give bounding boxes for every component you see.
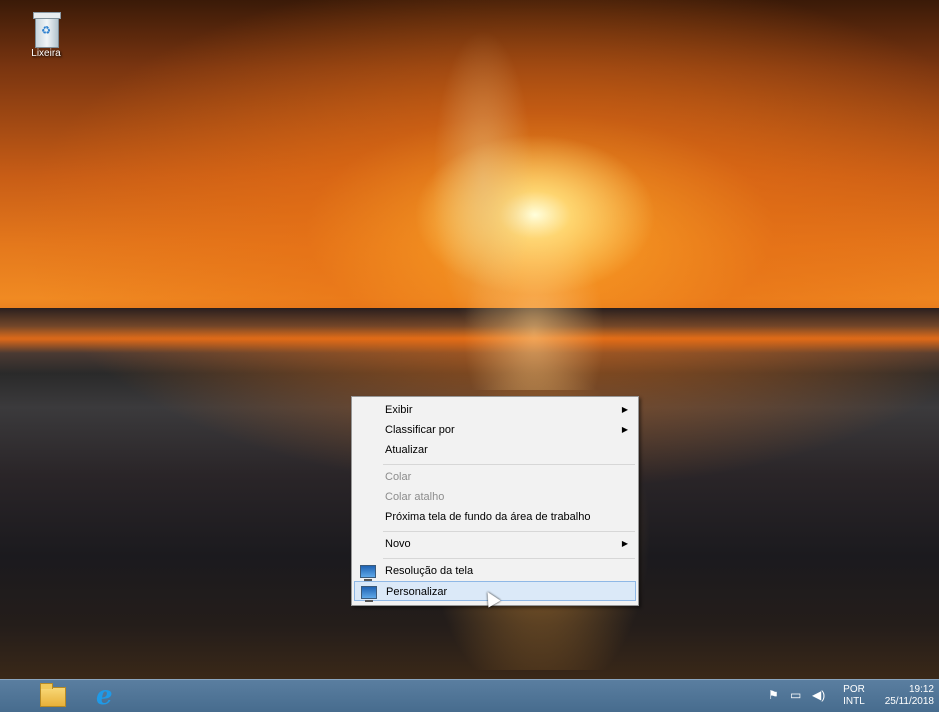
menu-item-proxima-tela-de-fundo[interactable]: Próxima tela de fundo da área de trabalh…	[354, 507, 636, 527]
menu-item-exibir[interactable]: Exibir ▶	[354, 400, 636, 420]
desktop-icon-label: Lixeira	[31, 48, 61, 59]
submenu-arrow-icon: ▶	[621, 425, 628, 434]
menu-item-label: Colar atalho	[385, 491, 445, 503]
menu-item-label: Colar	[385, 471, 412, 483]
menu-item-label: Exibir	[385, 404, 413, 416]
folder-icon	[40, 683, 66, 707]
taskbar: e ⚑ ▭ ◀) POR INTL 19:12 25/11/2018	[0, 679, 939, 712]
ie-icon: e	[96, 681, 113, 711]
action-center-icon[interactable]: ⚑	[768, 688, 779, 702]
clock[interactable]: 19:12 25/11/2018	[872, 684, 934, 708]
recycle-symbol: ♻	[41, 25, 51, 37]
personalize-icon	[361, 586, 377, 602]
menu-item-resolucao-da-tela[interactable]: Resolução da tela	[354, 561, 636, 581]
language-indicator[interactable]: POR INTL	[838, 684, 870, 708]
menu-item-classificar-por[interactable]: Classificar por ▶	[354, 420, 636, 440]
taskbar-file-explorer-button[interactable]	[34, 683, 70, 709]
recycle-bin-icon: ♻	[33, 12, 61, 48]
menu-item-novo[interactable]: Novo ▶	[354, 534, 636, 554]
keyboard-layout: INTL	[843, 696, 865, 707]
menu-item-label: Atualizar	[385, 444, 428, 456]
menu-item-atualizar[interactable]: Atualizar	[354, 440, 636, 460]
menu-separator	[383, 531, 635, 532]
menu-separator	[383, 558, 635, 559]
taskbar-internet-explorer-button[interactable]: e	[92, 683, 128, 709]
language-code: POR	[843, 684, 865, 695]
menu-item-label: Personalizar	[386, 586, 448, 598]
menu-item-label: Novo	[385, 538, 411, 550]
submenu-arrow-icon: ▶	[621, 405, 628, 414]
desktop-context-menu: Exibir ▶ Classificar por ▶ Atualizar Col…	[351, 396, 639, 606]
menu-item-label: Resolução da tela	[385, 565, 474, 577]
submenu-arrow-icon: ▶	[621, 539, 628, 548]
menu-item-label: Classificar por	[385, 424, 455, 436]
menu-item-colar: Colar	[354, 467, 636, 487]
menu-item-colar-atalho: Colar atalho	[354, 487, 636, 507]
clock-time: 19:12	[908, 684, 934, 695]
menu-separator	[383, 464, 635, 465]
display-icon	[360, 565, 376, 581]
menu-item-label: Próxima tela de fundo da área de trabalh…	[385, 511, 591, 523]
network-icon[interactable]: ▭	[790, 688, 801, 702]
desktop-icon-recycle-bin[interactable]: ♻ Lixeira	[18, 12, 74, 59]
volume-icon[interactable]: ◀)	[812, 688, 825, 702]
clock-date: 25/11/2018	[884, 696, 934, 707]
